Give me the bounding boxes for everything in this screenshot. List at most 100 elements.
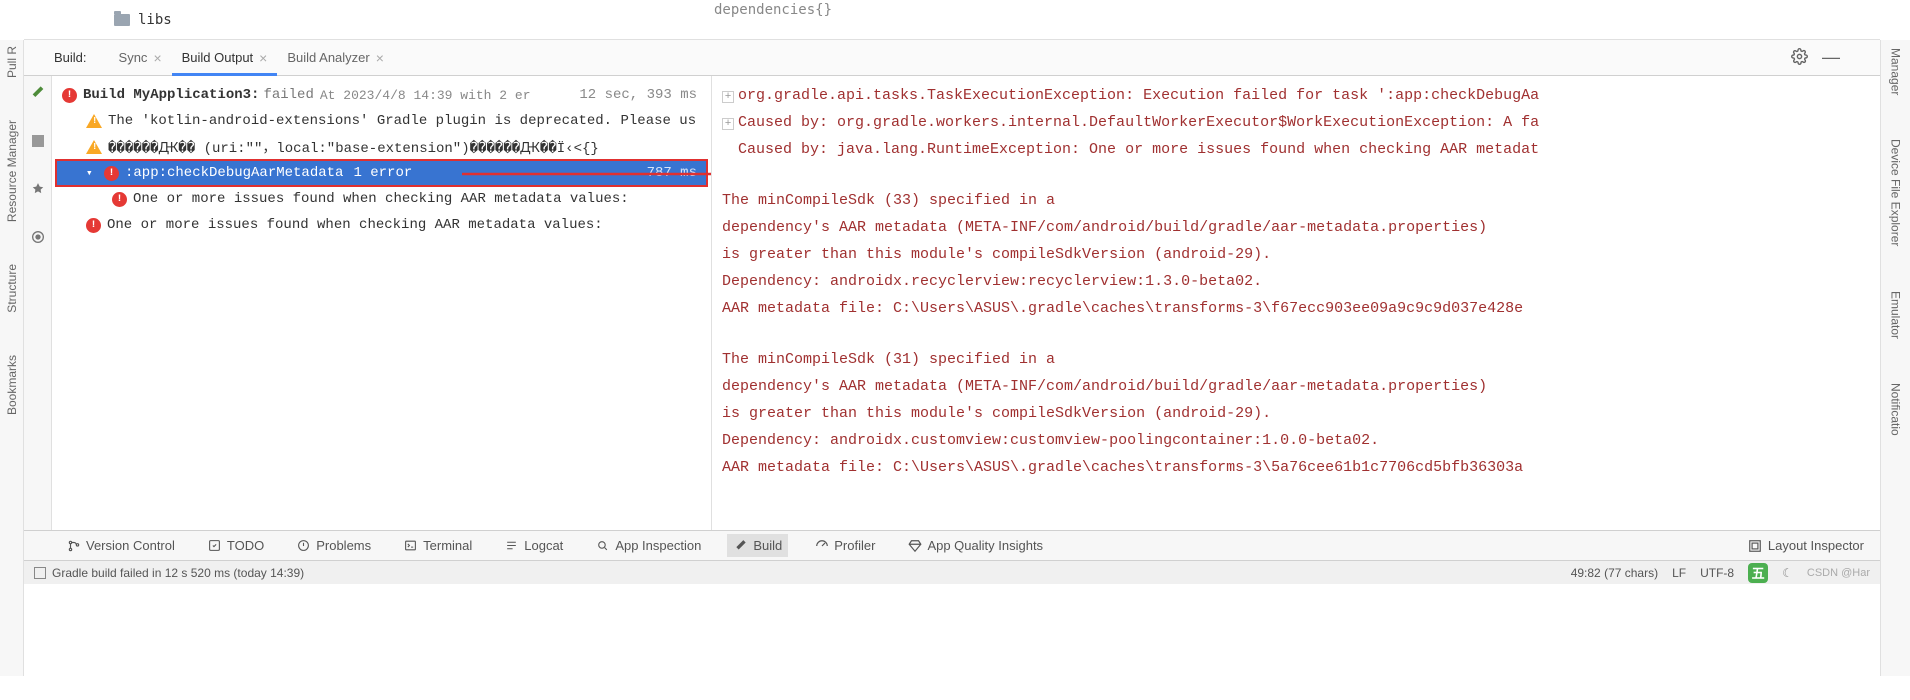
tab-output-label: Build Output [182, 50, 254, 65]
cursor-position[interactable]: 49:82 (77 chars) [1571, 566, 1658, 580]
detail-line: AAR metadata file: C:\Users\ASUS\.gradle… [722, 295, 1870, 322]
branch-icon [66, 538, 81, 553]
folder-icon [114, 14, 130, 26]
problems-icon [296, 538, 311, 553]
warning-text: The 'kotlin-android-extensions' Gradle p… [108, 113, 696, 129]
build-output-area: Build MyApplication3: failed At 2023/4/8… [24, 76, 1880, 530]
build-title: Build MyApplication3: [83, 87, 259, 103]
terminal-icon [403, 538, 418, 553]
structure-tool[interactable]: Structure [3, 258, 21, 319]
tree-warning-1[interactable]: The 'kotlin-android-extensions' Gradle p… [56, 108, 707, 134]
detail-line: is greater than this module's compileSdk… [722, 400, 1870, 427]
logcat-icon [504, 538, 519, 553]
encoding[interactable]: UTF-8 [1700, 566, 1734, 580]
app-inspection-tool[interactable]: App Inspection [589, 534, 707, 557]
error-icon [62, 88, 77, 103]
device-file-explorer-tool[interactable]: Device File Explorer [1887, 131, 1905, 254]
status-bar: Gradle build failed in 12 s 520 ms (toda… [24, 560, 1880, 584]
minimize-icon[interactable]: — [1822, 47, 1840, 68]
build-tool[interactable]: Build [727, 534, 788, 557]
close-icon[interactable]: × [376, 50, 384, 66]
chevron-down-icon[interactable]: ▾ [86, 166, 100, 180]
terminal-label: Terminal [423, 538, 472, 553]
stop-icon[interactable] [29, 132, 47, 150]
terminal-tool[interactable]: Terminal [397, 534, 478, 557]
error-icon [86, 218, 101, 233]
detail-line: The minCompileSdk (31) specified in a [722, 346, 1870, 373]
resource-manager-tool[interactable]: Resource Manager [3, 114, 21, 228]
libs-folder-label: libs [138, 12, 172, 28]
tab-build-output[interactable]: Build Output × [172, 40, 278, 76]
gear-icon[interactable] [1791, 48, 1808, 68]
notifications-tool[interactable]: Notificatio [1887, 375, 1905, 444]
layout-inspector-tool[interactable]: Layout Inspector [1742, 534, 1870, 557]
detail-line: Caused by: org.gradle.workers.internal.D… [738, 114, 1539, 131]
detail-line: is greater than this module's compileSdk… [722, 241, 1870, 268]
target-icon[interactable] [29, 228, 47, 246]
tree-error-item-2[interactable]: One or more issues found when checking A… [56, 212, 707, 238]
ime-badge[interactable]: 五 [1748, 563, 1768, 583]
version-control-tool[interactable]: Version Control [60, 534, 181, 557]
vc-label: Version Control [86, 538, 175, 553]
expand-icon[interactable]: + [722, 118, 734, 130]
code-editor-snippet[interactable]: dependencies{} [704, 0, 1880, 39]
tab-sync-label: Sync [119, 50, 148, 65]
profiler-tool[interactable]: Profiler [808, 534, 881, 557]
hammer-icon[interactable] [29, 84, 47, 102]
warning-icon [86, 140, 102, 154]
warning-text: ������Ԫ�� (uri:""，local:"base-extension"… [108, 137, 599, 157]
inspection-label: App Inspection [615, 538, 701, 553]
build-tree[interactable]: Build MyApplication3: failed At 2023/4/8… [52, 76, 712, 530]
status-message: Gradle build failed in 12 s 520 ms (toda… [52, 566, 304, 580]
inspection-icon [595, 538, 610, 553]
error-text: One or more issues found when checking A… [107, 217, 603, 233]
build-timestamp: At 2023/4/8 14:39 with 2 er [320, 88, 531, 103]
detail-line: dependency's AAR metadata (META-INF/com/… [722, 373, 1870, 400]
project-tree-snippet[interactable]: libs [24, 0, 704, 39]
right-tool-gutter: Manager Device File Explorer Emulator No… [1880, 40, 1910, 676]
error-text: One or more issues found when checking A… [133, 191, 629, 207]
todo-label: TODO [227, 538, 264, 553]
warning-icon [86, 114, 102, 128]
manager-tool[interactable]: Manager [1887, 40, 1905, 103]
tree-error-item-1[interactable]: One or more issues found when checking A… [56, 186, 707, 212]
build-duration: 12 sec, 393 ms [579, 87, 707, 103]
layout-icon [1748, 538, 1763, 553]
expand-icon[interactable]: + [722, 91, 734, 103]
tree-warning-2[interactable]: ������Ԫ�� (uri:""，local:"base-extension"… [56, 134, 707, 160]
build-action-gutter [24, 76, 52, 530]
quality-label: App Quality Insights [927, 538, 1043, 553]
detail-line: The minCompileSdk (33) specified in a [722, 187, 1870, 214]
detail-line: AAR metadata file: C:\Users\ASUS\.gradle… [722, 454, 1870, 481]
quality-insights-tool[interactable]: App Quality Insights [901, 534, 1049, 557]
build-details[interactable]: +org.gradle.api.tasks.TaskExecutionExcep… [712, 76, 1880, 530]
line-ending[interactable]: LF [1672, 566, 1686, 580]
close-icon[interactable]: × [153, 50, 161, 66]
pin-icon[interactable] [29, 180, 47, 198]
task-name: :app:checkDebugAarMetadata [125, 165, 343, 181]
detail-line: Dependency: androidx.recyclerview:recycl… [722, 268, 1870, 295]
detail-line: dependency's AAR metadata (META-INF/com/… [722, 214, 1870, 241]
logcat-tool[interactable]: Logcat [498, 534, 569, 557]
problems-label: Problems [316, 538, 371, 553]
diamond-icon [907, 538, 922, 553]
close-icon[interactable]: × [259, 50, 267, 66]
pull-requests-tool[interactable]: Pull R [3, 40, 21, 84]
tree-root[interactable]: Build MyApplication3: failed At 2023/4/8… [56, 82, 707, 108]
problems-tool[interactable]: Problems [290, 534, 377, 557]
emulator-tool[interactable]: Emulator [1887, 283, 1905, 347]
build-tab-bar: Build: Sync × Build Output × Build Analy… [24, 40, 1880, 76]
error-icon [112, 192, 127, 207]
tree-task-checkdebugaar[interactable]: ▾ :app:checkDebugAarMetadata 1 error 787… [56, 160, 707, 186]
moon-icon[interactable]: ☾ [1782, 566, 1793, 580]
tab-sync[interactable]: Sync × [109, 40, 172, 76]
task-error-count: 1 error [353, 165, 412, 181]
build-label: Build [753, 538, 782, 553]
bookmarks-tool[interactable]: Bookmarks [3, 349, 21, 421]
tab-build-analyzer[interactable]: Build Analyzer × [277, 40, 394, 76]
todo-tool[interactable]: TODO [201, 534, 270, 557]
status-indicator-icon[interactable] [34, 567, 46, 579]
error-icon [104, 166, 119, 181]
logcat-label: Logcat [524, 538, 563, 553]
left-tool-gutter: Pull R Resource Manager Structure Bookma… [0, 40, 24, 676]
